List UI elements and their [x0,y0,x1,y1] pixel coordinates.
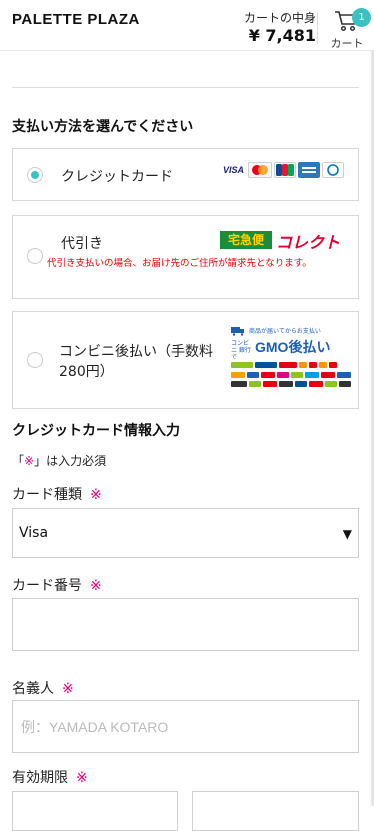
visa-logo-icon: VISA [220,162,247,178]
store-logos-row-2 [231,372,353,378]
required-mark: ※ [90,578,102,594]
expiry-year-select[interactable] [192,791,359,831]
konbini-label: コンビニ後払い（手数料280円） [59,344,213,380]
jcb-logo-icon [274,162,296,178]
cart-button[interactable]: 1 カート [323,6,371,50]
card-type-value: Visa [19,525,49,541]
card-type-label: カード種類 ※ [12,484,102,504]
collect-logo-text: コレクト [276,233,341,252]
required-note: 「※」は入力必須 [12,452,106,469]
card-type-label-text: カード種類 [12,487,82,503]
truck-icon [231,327,244,336]
header-divider [317,12,318,44]
credit-card-radio[interactable] [27,167,43,183]
holder-label-text: 名義人 [12,681,54,697]
required-mark: ※ [76,770,88,786]
site-header: PALETTE PLAZA カートの中身 ¥ 7,481 1 カート [0,0,374,51]
cart-summary[interactable]: カートの中身 ¥ 7,481 [244,10,316,46]
required-mark: ※ [62,681,74,697]
holder-label: 名義人 ※ [12,678,74,698]
cod-note: 代引き支払いの場合、お届け先のご住所が請求先となります。 [47,258,312,269]
cod-radio[interactable] [27,248,43,264]
credit-card-label: クレジットカード [61,169,173,185]
required-note-mark: ※ [24,454,35,468]
cart-count-badge: 1 [352,8,371,27]
takkyubin-collect-logo: 宅急便 コレクト [220,229,348,252]
section-divider [12,87,359,88]
payment-option-cod[interactable]: 代引き 宅急便 コレクト 代引き支払いの場合、お届け先のご住所が請求先となります… [12,215,359,299]
expiry-label: 有効期限 ※ [12,767,88,787]
konbini-radio[interactable] [27,352,43,368]
card-info-title: クレジットカード情報入力 [12,423,180,439]
expiry-label-text: 有効期限 [12,770,68,786]
cod-label: 代引き [61,236,103,252]
required-note-suffix: 」は入力必須 [34,454,107,468]
store-logos-row-1 [231,362,353,368]
card-type-select[interactable]: Visa ▼ [12,508,359,558]
card-number-input[interactable] [12,598,359,651]
payment-method-title: 支払い方法を選んでください [12,119,194,135]
diners-club-logo-icon [322,162,344,178]
mastercard-logo-icon [248,162,272,178]
card-number-label-text: カード番号 [12,578,82,594]
amex-logo-icon [298,162,320,178]
takkyubin-logo-text: 宅急便 [220,231,272,249]
gmo-small-text: コンビニ 銀行で [231,340,251,361]
required-mark: ※ [90,487,102,503]
site-logo[interactable]: PALETTE PLAZA [12,11,140,28]
required-note-prefix: 「 [12,454,25,468]
card-number-label: カード番号 ※ [12,575,102,595]
gmo-atobarai-logo: 商品が届いてからお支払い コンビニ 銀行で GMO後払い [231,326,353,388]
payment-option-credit-card[interactable]: クレジットカード VISA [12,148,359,201]
cart-summary-label: カートの中身 [243,11,316,25]
expiry-month-select[interactable] [12,791,178,831]
store-logos-row-3 [231,381,353,387]
payment-option-konbini-deferred[interactable]: コンビニ後払い（手数料280円） 商品が届いてからお支払い コンビニ 銀行で G… [12,311,359,409]
chevron-down-icon: ▼ [342,527,352,541]
holder-name-input[interactable] [12,700,359,753]
cart-total: ¥ 7,481 [248,26,316,45]
gmo-title-text: GMO後払い [255,339,331,355]
cart-button-label: カート [330,37,364,50]
